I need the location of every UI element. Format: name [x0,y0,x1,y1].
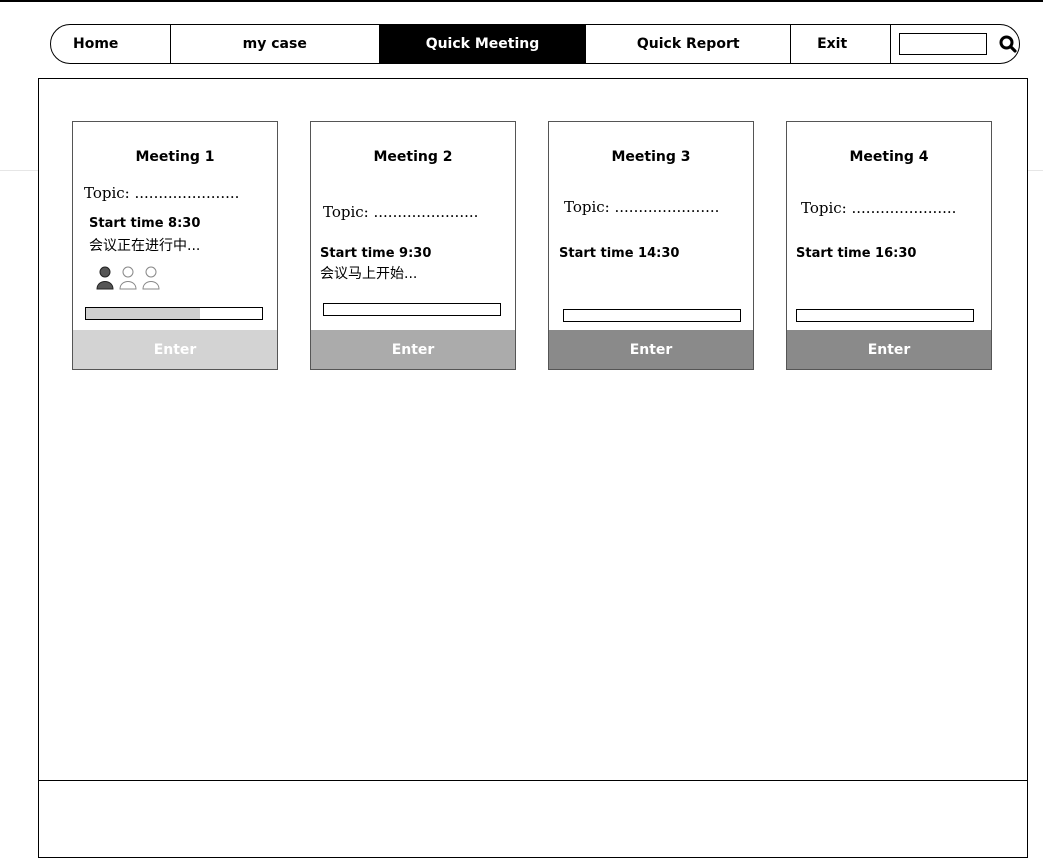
enter-button[interactable]: Enter [549,330,753,369]
nav-my-case[interactable]: my case [171,25,380,63]
nav-exit[interactable]: Exit [791,25,891,63]
progress-fill [86,308,201,319]
top-navigation: Home my case Quick Meeting Quick Report … [50,24,1020,64]
meeting-title: Meeting 2 [373,149,453,165]
meeting-title: Meeting 3 [611,149,691,165]
meeting-card-3: Meeting 3 Topic: ...................... … [548,121,754,370]
nav-home[interactable]: Home [51,25,171,63]
search-icon[interactable] [997,33,1019,55]
meeting-start-time: Start time 8:30 [89,216,201,231]
meeting-card-1: Meeting 1 Topic: ...................... … [72,121,278,370]
background-divider-right [1028,170,1043,171]
person-outline-icon [119,266,137,290]
meeting-progress-bar [796,309,974,322]
meeting-topic: Topic: ...................... [801,199,957,217]
search-input[interactable] [898,33,987,55]
meeting-progress-bar [323,303,501,316]
meeting-start-time: Start time 9:30 [320,246,432,261]
meeting-start-time: Start time 16:30 [796,246,917,261]
meeting-start-time: Start time 14:30 [559,246,680,261]
meeting-title: Meeting 4 [849,149,929,165]
meeting-title: Meeting 1 [135,149,215,165]
meeting-status: 会议马上开始... [320,266,418,282]
meeting-topic: Topic: ...................... [323,203,479,221]
footer-divider [39,780,1027,781]
attendee-list [95,265,161,291]
person-filled-icon [96,266,114,290]
meeting-status: 会议正在进行中... [89,238,201,254]
meeting-progress-bar [85,307,263,320]
meeting-progress-bar [563,309,741,322]
meeting-topic: Topic: ...................... [564,198,720,216]
nav-quick-meeting[interactable]: Quick Meeting [379,25,587,63]
enter-button[interactable]: Enter [311,330,515,369]
enter-button[interactable]: Enter [787,330,991,369]
meeting-card-4: Meeting 4 Topic: ...................... … [786,121,992,370]
main-content: Meeting 1 Topic: ...................... … [38,78,1028,858]
top-border [0,0,1043,2]
meeting-card-2: Meeting 2 Topic: ...................... … [310,121,516,370]
search-area [891,25,1019,63]
background-divider-left [0,170,38,171]
person-outline-icon [142,266,160,290]
meeting-topic: Topic: ...................... [84,184,240,202]
nav-quick-report[interactable]: Quick Report [586,25,792,63]
enter-button[interactable]: Enter [73,330,277,369]
